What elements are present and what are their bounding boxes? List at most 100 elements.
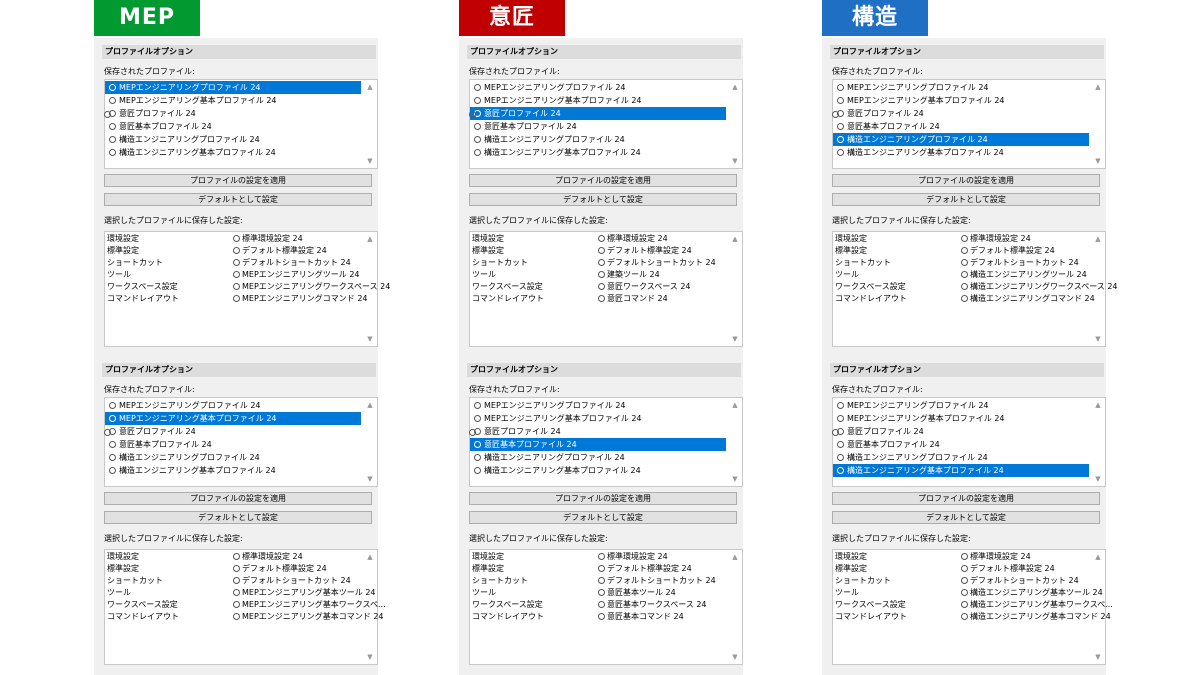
apply-profile-settings-button[interactable]: プロファイルの設定を適用 [104,174,372,187]
list-scrollbar[interactable]: ▲ ▼ [728,80,742,168]
saved-settings-list[interactable]: 環境設定 標準環境設定 24 標準設定 デフォルト標準設定 24 ショートカット デフォル… [469,549,743,665]
profile-list-item[interactable]: 構造エンジニアリングプロファイル 24 [105,133,361,146]
scroll-down-icon[interactable]: ▼ [1091,651,1105,663]
saved-profiles-list[interactable]: MEPエンジニアリングプロファイル 24 MEPエンジニアリング基本プロファイル … [832,79,1106,169]
profile-list-item[interactable]: MEPエンジニアリングプロファイル 24 [105,81,361,94]
settings-scrollbar[interactable]: ▲ ▼ [728,550,742,664]
scroll-up-icon[interactable]: ▲ [1091,81,1105,93]
scroll-down-icon[interactable]: ▼ [728,651,742,663]
saved-settings-list[interactable]: 環境設定 標準環境設定 24 標準設定 デフォルト標準設定 24 ショートカット デフォル… [104,549,386,665]
profile-list-item[interactable]: 意匠基本プロファイル 24 [105,438,361,451]
scroll-up-icon[interactable]: ▲ [728,233,742,245]
saved-profiles-list[interactable]: MEPエンジニアリングプロファイル 24 MEPエンジニアリング基本プロファイル … [469,79,743,169]
profile-list-item[interactable]: 意匠基本プロファイル 24 [470,438,726,451]
saved-settings-list[interactable]: 環境設定 標準環境設定 24 標準設定 デフォルト標準設定 24 ショートカット デフォル… [469,231,743,347]
profile-list-item[interactable]: 構造エンジニアリングプロファイル 24 [470,133,726,146]
list-scrollbar[interactable]: ▲ ▼ [363,398,377,486]
profile-name: 意匠プロファイル 24 [119,109,196,118]
scroll-up-icon[interactable]: ▲ [363,551,377,563]
scroll-up-icon[interactable]: ▲ [728,81,742,93]
apply-profile-settings-button[interactable]: プロファイルの設定を適用 [832,492,1100,505]
scroll-down-icon[interactable]: ▼ [363,333,377,345]
scroll-up-icon[interactable]: ▲ [363,399,377,411]
profile-list-item[interactable]: 構造エンジニアリング基本プロファイル 24 [470,146,726,159]
saved-profiles-list[interactable]: MEPエンジニアリングプロファイル 24 MEPエンジニアリング基本プロファイル … [104,79,378,169]
profile-list-item[interactable]: 意匠プロファイル 24 [832,107,1089,120]
saved-settings-list[interactable]: 環境設定 標準環境設定 24 標準設定 デフォルト標準設定 24 ショートカット デフォル… [832,549,1113,665]
list-scrollbar[interactable]: ▲ ▼ [363,80,377,168]
profile-list-item[interactable]: MEPエンジニアリングプロファイル 24 [470,399,726,412]
profile-list-item[interactable]: MEPエンジニアリング基本プロファイル 24 [470,94,726,107]
apply-profile-settings-button[interactable]: プロファイルの設定を適用 [104,492,372,505]
profile-list-item[interactable]: MEPエンジニアリング基本プロファイル 24 [833,412,1089,425]
scroll-down-icon[interactable]: ▼ [363,155,377,167]
profile-list-item[interactable]: 構造エンジニアリングプロファイル 24 [470,451,726,464]
set-as-default-button[interactable]: デフォルトとして設定 [832,511,1100,524]
scroll-up-icon[interactable]: ▲ [1091,233,1105,245]
scroll-down-icon[interactable]: ▼ [728,473,742,485]
settings-scrollbar[interactable]: ▲ ▼ [363,550,377,664]
profile-list-item[interactable]: 構造エンジニアリング基本プロファイル 24 [105,146,361,159]
scroll-up-icon[interactable]: ▲ [1091,551,1105,563]
profile-list-item[interactable]: 意匠プロファイル 24 [832,425,1089,438]
apply-profile-settings-button[interactable]: プロファイルの設定を適用 [469,174,737,187]
profile-list-item[interactable]: 構造エンジニアリングプロファイル 24 [833,133,1089,146]
saved-profiles-list[interactable]: MEPエンジニアリングプロファイル 24 MEPエンジニアリング基本プロファイル … [469,397,743,487]
profile-list-item[interactable]: MEPエンジニアリング基本プロファイル 24 [105,94,361,107]
set-as-default-button[interactable]: デフォルトとして設定 [832,193,1100,206]
profile-list-item[interactable]: 構造エンジニアリングプロファイル 24 [833,451,1089,464]
profile-list-item[interactable]: 構造エンジニアリング基本プロファイル 24 [833,464,1089,477]
profile-list-item[interactable]: 意匠プロファイル 24 [104,107,361,120]
saved-profiles-list[interactable]: MEPエンジニアリングプロファイル 24 MEPエンジニアリング基本プロファイル … [104,397,378,487]
profile-list-item[interactable]: 意匠基本プロファイル 24 [105,120,361,133]
profile-list-item[interactable]: 構造エンジニアリング基本プロファイル 24 [833,146,1089,159]
settings-scrollbar[interactable]: ▲ ▼ [1091,232,1105,346]
scroll-down-icon[interactable]: ▼ [728,333,742,345]
scroll-up-icon[interactable]: ▲ [363,233,377,245]
scroll-down-icon[interactable]: ▼ [728,155,742,167]
setting-value-text: 標準環境設定 24 [607,234,668,243]
setting-row: 標準設定 デフォルト標準設定 24 [833,563,1105,575]
profile-list-item[interactable]: 意匠基本プロファイル 24 [833,120,1089,133]
profile-list-item[interactable]: MEPエンジニアリングプロファイル 24 [470,81,726,94]
settings-scrollbar[interactable]: ▲ ▼ [728,232,742,346]
profile-list-item[interactable]: 構造エンジニアリングプロファイル 24 [105,451,361,464]
profile-list-item[interactable]: MEPエンジニアリング基本プロファイル 24 [470,412,726,425]
profile-list-item[interactable]: MEPエンジニアリングプロファイル 24 [105,399,361,412]
setting-value: MEPエンジニアリング基本コマンド 24 [233,611,384,623]
profile-list-item[interactable]: 意匠基本プロファイル 24 [833,438,1089,451]
set-as-default-button[interactable]: デフォルトとして設定 [104,193,372,206]
saved-settings-list[interactable]: 環境設定 標準環境設定 24 標準設定 デフォルト標準設定 24 ショートカット デフォル… [104,231,390,347]
apply-profile-settings-button[interactable]: プロファイルの設定を適用 [469,492,737,505]
list-scrollbar[interactable]: ▲ ▼ [1091,398,1105,486]
profile-list-item[interactable]: 構造エンジニアリング基本プロファイル 24 [105,464,361,477]
scroll-down-icon[interactable]: ▼ [1091,473,1105,485]
profile-list-item[interactable]: MEPエンジニアリング基本プロファイル 24 [833,94,1089,107]
scroll-down-icon[interactable]: ▼ [363,473,377,485]
scroll-down-icon[interactable]: ▼ [1091,333,1105,345]
profile-list-item[interactable]: 意匠基本プロファイル 24 [470,120,726,133]
settings-scrollbar[interactable]: ▲ ▼ [1091,550,1105,664]
set-as-default-button[interactable]: デフォルトとして設定 [104,511,372,524]
set-as-default-button[interactable]: デフォルトとして設定 [469,193,737,206]
profile-list-item[interactable]: MEPエンジニアリングプロファイル 24 [833,81,1089,94]
profile-list-item[interactable]: MEPエンジニアリングプロファイル 24 [833,399,1089,412]
saved-profiles-list[interactable]: MEPエンジニアリングプロファイル 24 MEPエンジニアリング基本プロファイル … [832,397,1106,487]
scroll-down-icon[interactable]: ▼ [1091,155,1105,167]
profile-list-item[interactable]: MEPエンジニアリング基本プロファイル 24 [105,412,361,425]
apply-profile-settings-button[interactable]: プロファイルの設定を適用 [832,174,1100,187]
profile-list-item[interactable]: 構造エンジニアリング基本プロファイル 24 [470,464,726,477]
settings-scrollbar[interactable]: ▲ ▼ [363,232,377,346]
scroll-down-icon[interactable]: ▼ [363,651,377,663]
saved-settings-list[interactable]: 環境設定 標準環境設定 24 標準設定 デフォルト標準設定 24 ショートカット デフォル… [832,231,1118,347]
profile-list-item[interactable]: 意匠プロファイル 24 [469,425,726,438]
list-scrollbar[interactable]: ▲ ▼ [728,398,742,486]
scroll-up-icon[interactable]: ▲ [728,551,742,563]
profile-list-item[interactable]: 意匠プロファイル 24 [469,107,726,120]
scroll-up-icon[interactable]: ▲ [1091,399,1105,411]
list-scrollbar[interactable]: ▲ ▼ [1091,80,1105,168]
scroll-up-icon[interactable]: ▲ [728,399,742,411]
profile-list-item[interactable]: 意匠プロファイル 24 [104,425,361,438]
set-as-default-button[interactable]: デフォルトとして設定 [469,511,737,524]
scroll-up-icon[interactable]: ▲ [363,81,377,93]
